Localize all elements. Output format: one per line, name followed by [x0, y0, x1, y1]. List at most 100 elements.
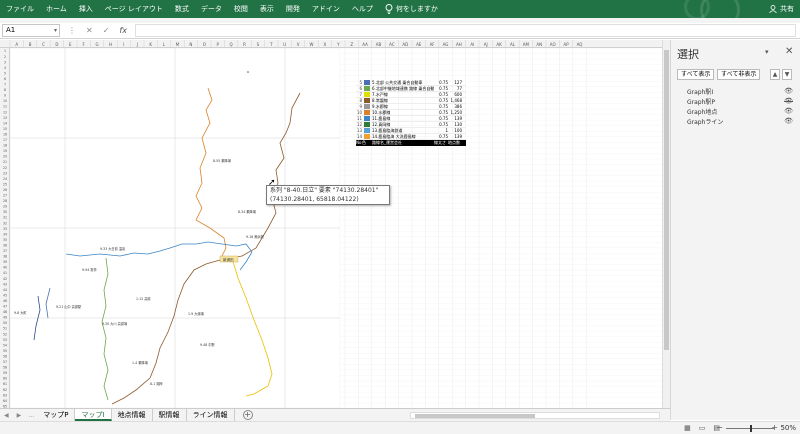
- normal-view-icon[interactable]: ▦: [684, 424, 691, 432]
- row-header[interactable]: 40: [3, 266, 7, 270]
- column-header[interactable]: AI: [470, 42, 474, 47]
- close-icon[interactable]: ✕: [785, 46, 793, 57]
- row-header[interactable]: 64: [3, 399, 7, 403]
- row-header[interactable]: 38: [3, 255, 7, 259]
- vertical-scrollbar[interactable]: [662, 40, 670, 408]
- row-header[interactable]: 27: [3, 194, 7, 198]
- row-header[interactable]: 58: [3, 366, 7, 370]
- row-header[interactable]: 42: [3, 277, 7, 281]
- tab-help[interactable]: ヘルプ: [346, 0, 379, 18]
- row-header[interactable]: 20: [3, 155, 7, 159]
- chevron-down-icon[interactable]: ▾: [765, 48, 769, 56]
- column-header[interactable]: P: [216, 42, 219, 47]
- next-sheet-icon[interactable]: ▶: [13, 412, 26, 419]
- row-header[interactable]: 18: [3, 144, 7, 148]
- sheet-tab[interactable]: ライン情報: [187, 409, 235, 421]
- column-header[interactable]: AH: [456, 42, 462, 47]
- row-header[interactable]: 55: [3, 349, 7, 353]
- row-header[interactable]: 33: [3, 227, 7, 231]
- row-header[interactable]: 39: [3, 260, 7, 264]
- row-header[interactable]: 41: [3, 271, 7, 275]
- selection-item[interactable]: Graphライン 👁: [687, 117, 793, 126]
- row-header[interactable]: 37: [3, 249, 7, 253]
- fx-icon[interactable]: fx: [119, 26, 127, 35]
- tab-view[interactable]: 表示: [254, 0, 280, 18]
- show-all-button[interactable]: すべて表示: [677, 69, 715, 80]
- column-header[interactable]: AE: [416, 42, 422, 47]
- row-header[interactable]: 30: [3, 210, 7, 214]
- row-header[interactable]: 22: [3, 166, 7, 170]
- row-header[interactable]: 59: [3, 371, 7, 375]
- more-sheets-icon[interactable]: …: [25, 412, 37, 419]
- column-header[interactable]: AO: [550, 42, 556, 47]
- tab-review[interactable]: 校閲: [228, 0, 254, 18]
- scrollbar-thumb[interactable]: [664, 50, 669, 350]
- row-header[interactable]: 52: [3, 332, 7, 336]
- zoom-in-icon[interactable]: +: [771, 423, 778, 432]
- row-header[interactable]: 53: [3, 338, 7, 342]
- column-header[interactable]: B: [29, 42, 32, 47]
- row-header[interactable]: 60: [3, 377, 7, 381]
- row-header[interactable]: 63: [3, 393, 7, 397]
- row-header[interactable]: 26: [3, 188, 7, 192]
- row-header[interactable]: 43: [3, 282, 7, 286]
- column-header[interactable]: V: [297, 42, 300, 47]
- row-header[interactable]: 62: [3, 388, 7, 392]
- row-header[interactable]: 10: [3, 99, 7, 103]
- row-header[interactable]: 23: [3, 171, 7, 175]
- row-header[interactable]: 12: [3, 110, 7, 114]
- send-backward-button[interactable]: ▼: [782, 69, 792, 80]
- tab-data[interactable]: データ: [195, 0, 228, 18]
- cancel-icon[interactable]: ✕: [86, 26, 93, 35]
- column-header[interactable]: T: [269, 42, 273, 47]
- column-header[interactable]: AD: [402, 42, 408, 47]
- selection-item[interactable]: Graph駅P 👁: [687, 97, 793, 106]
- column-header[interactable]: L: [163, 42, 166, 47]
- row-header[interactable]: 19: [3, 149, 7, 153]
- add-sheet-icon[interactable]: +: [242, 410, 253, 420]
- row-header[interactable]: 46: [3, 299, 7, 303]
- selection-item[interactable]: Graph地点 👁: [687, 107, 793, 116]
- column-header[interactable]: Z: [350, 42, 353, 47]
- column-header[interactable]: H: [109, 42, 112, 47]
- row-header[interactable]: 7: [4, 83, 6, 87]
- row-header[interactable]: 4: [4, 66, 6, 70]
- tab-file[interactable]: ファイル: [0, 0, 40, 18]
- route-map-chart[interactable]: 新浦田 8-55 乗降場 8-34 乗降場 9-18 美浜駅 9-33 大日前 …: [10, 48, 340, 408]
- enter-icon[interactable]: ✓: [103, 26, 110, 35]
- tab-developer[interactable]: 開発: [280, 0, 306, 18]
- row-header[interactable]: 24: [3, 177, 7, 181]
- row-header[interactable]: 61: [3, 382, 7, 386]
- column-header[interactable]: W: [310, 42, 314, 47]
- tab-formulas[interactable]: 数式: [169, 0, 195, 18]
- column-header[interactable]: F: [83, 42, 86, 47]
- sheet-tab[interactable]: 地点情報: [112, 409, 153, 421]
- formula-input[interactable]: [134, 24, 796, 37]
- row-header[interactable]: 36: [3, 243, 7, 247]
- row-header[interactable]: 45: [3, 293, 7, 297]
- row-header[interactable]: 15: [3, 127, 7, 131]
- column-header[interactable]: X: [324, 42, 327, 47]
- column-header[interactable]: AL: [510, 42, 516, 47]
- selection-item[interactable]: Graph駅I 👁: [687, 87, 793, 96]
- row-header[interactable]: 44: [3, 288, 7, 292]
- column-header[interactable]: R: [243, 42, 246, 47]
- column-header[interactable]: AK: [496, 42, 502, 47]
- column-header[interactable]: G: [96, 42, 99, 47]
- row-header[interactable]: 34: [3, 232, 7, 236]
- column-header[interactable]: AP: [564, 42, 570, 47]
- row-header[interactable]: 35: [3, 238, 7, 242]
- column-header[interactable]: J: [136, 42, 138, 47]
- prev-sheet-icon[interactable]: ◀: [0, 412, 13, 419]
- page-layout-view-icon[interactable]: ▭: [699, 424, 706, 432]
- row-header[interactable]: 25: [3, 182, 7, 186]
- tab-addins[interactable]: アドイン: [306, 0, 346, 18]
- row-header[interactable]: 50: [3, 321, 7, 325]
- row-header[interactable]: 49: [3, 316, 7, 320]
- visible-eye-icon[interactable]: 👁: [784, 107, 793, 115]
- row-header[interactable]: 48: [3, 310, 7, 314]
- name-box[interactable]: A1 ▾: [2, 24, 60, 37]
- hidden-eye-icon[interactable]: 👁: [784, 97, 793, 105]
- row-header[interactable]: 1: [4, 49, 6, 53]
- row-header[interactable]: 16: [3, 132, 7, 136]
